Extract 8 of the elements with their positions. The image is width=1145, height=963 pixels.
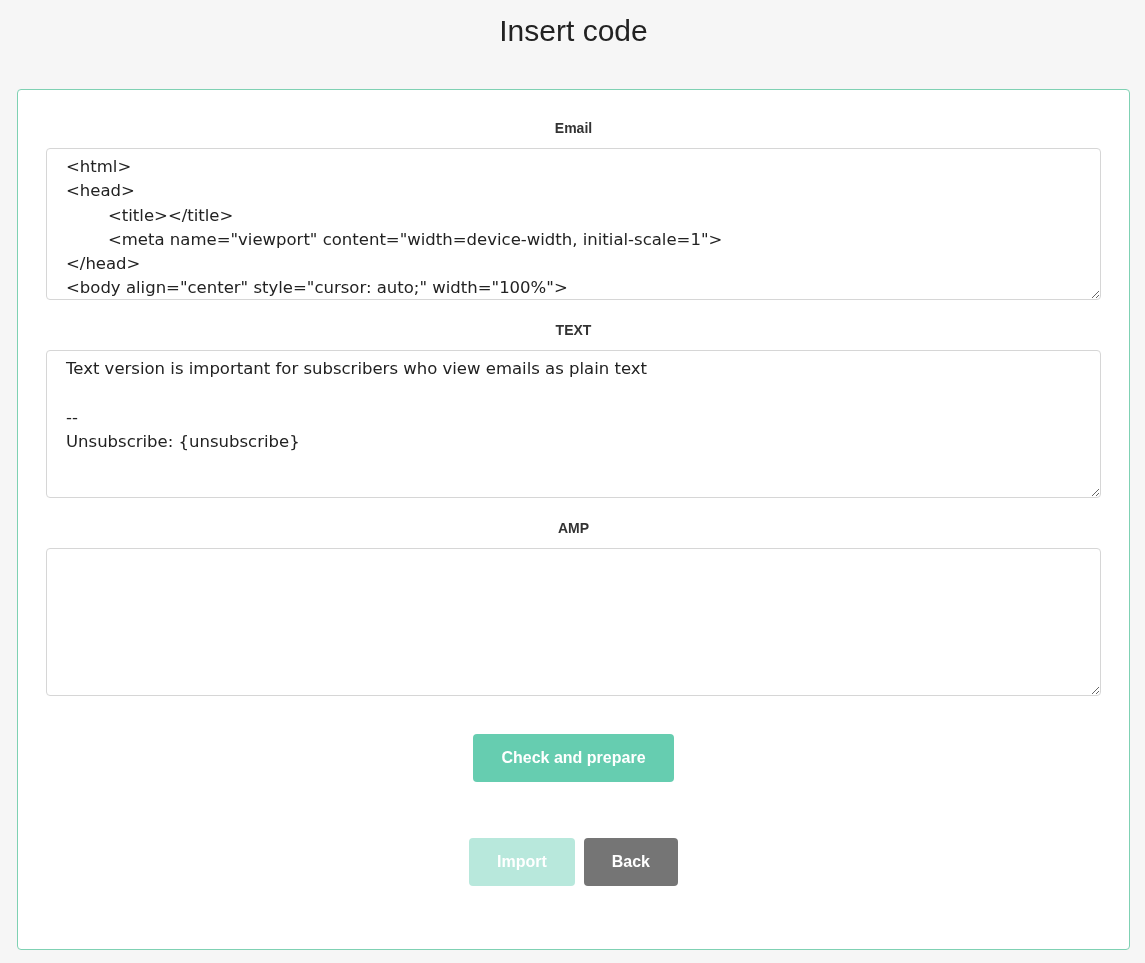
page-title: Insert code — [498, 14, 649, 49]
back-button[interactable]: Back — [583, 838, 678, 886]
code-textarea[interactable]: Text version is important for subscribers who view emails as plain text -- Unsubscribe: {unsubscribe} — [46, 350, 1101, 498]
code-textarea[interactable]: <html> <head> <title></title> <meta name="viewport" content="width=device-width, initial-scale=1"> </head> <body align="center" style="cursor: auto;" width="100%"> — [46, 148, 1101, 300]
code-textarea[interactable] — [46, 548, 1101, 696]
field-label: TEXT — [555, 322, 592, 338]
field-label: Email — [554, 120, 593, 136]
field-label: AMP — [557, 520, 590, 536]
